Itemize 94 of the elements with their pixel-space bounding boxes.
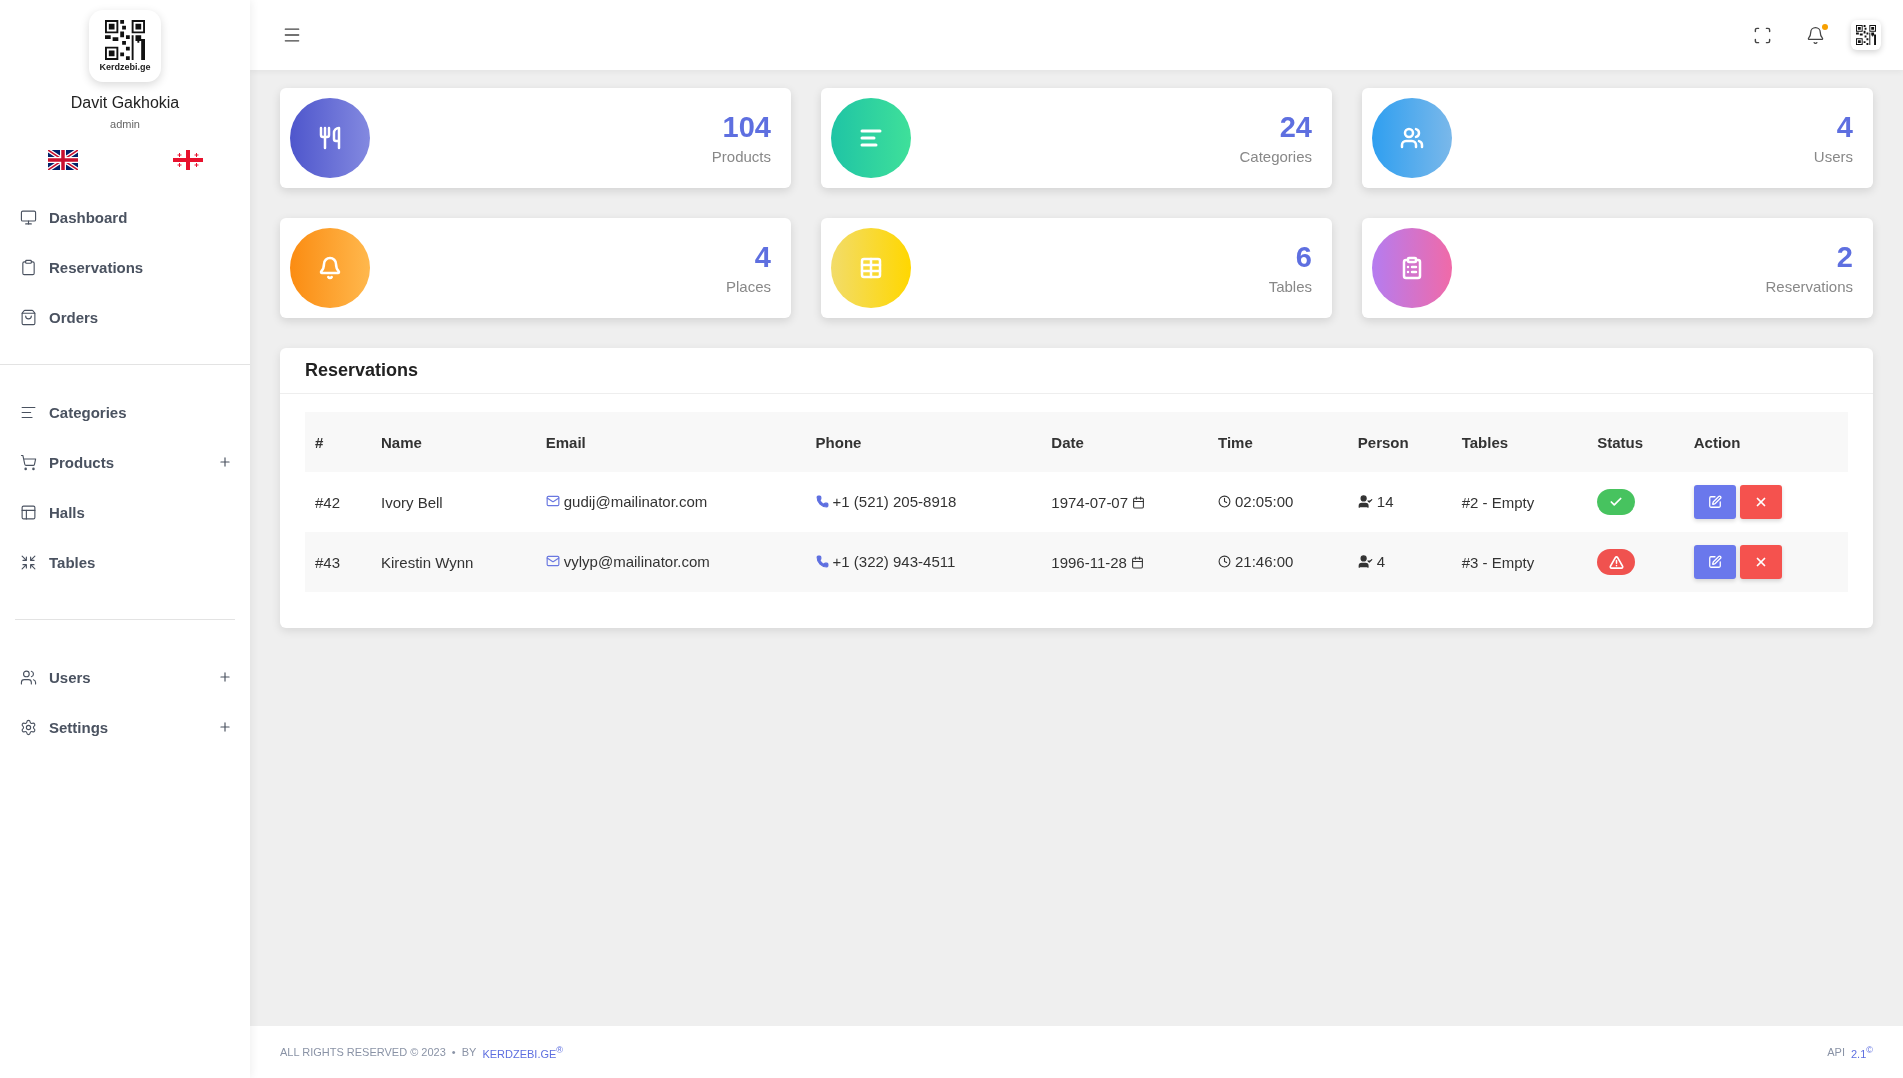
uk-flag-icon [47, 150, 78, 170]
nav-item[interactable]: Reservations [0, 242, 250, 292]
stat-label: Places [725, 278, 771, 295]
stat-value: 24 [1279, 111, 1312, 144]
delete-button[interactable] [1739, 485, 1782, 519]
settings-icon [20, 718, 37, 736]
clipboard-icon [20, 258, 37, 276]
date-text: 1996-11-28 [1051, 553, 1127, 571]
bag-icon [20, 308, 37, 326]
users-icon [20, 668, 37, 686]
column-header: Email [535, 412, 806, 472]
nav-item[interactable]: Halls [0, 487, 250, 537]
phone-icon [815, 555, 829, 568]
georgia-flag-icon [172, 150, 203, 170]
email-text: vylyp@mailinator.com [563, 552, 710, 570]
column-header: Time [1208, 412, 1348, 472]
column-header: Person [1347, 412, 1452, 472]
qr-code-icon [105, 20, 145, 60]
stat-label: Reservations [1765, 278, 1853, 295]
time-text: 02:05:00 [1235, 493, 1294, 510]
edit-button[interactable] [1693, 485, 1736, 519]
monitor-icon [20, 208, 37, 226]
mail-icon [545, 554, 560, 569]
stat-value: 2 [1836, 241, 1853, 274]
column-header: Name [371, 412, 536, 472]
user-role: admin [110, 118, 140, 130]
layout-icon [20, 503, 37, 521]
table-cell: #3 - Empty [1451, 532, 1588, 592]
edit-icon [1707, 495, 1722, 509]
phone-icon [815, 495, 829, 508]
nav-item[interactable]: Products [0, 437, 250, 487]
qr-button[interactable] [1851, 20, 1881, 50]
api-label: API [1827, 1046, 1845, 1058]
person-count: 4 [1376, 552, 1386, 570]
column-header: # [305, 412, 371, 472]
users-icon [1400, 126, 1424, 150]
clipboard-icon [1400, 256, 1424, 280]
shrink-icon [20, 553, 37, 571]
column-header: Tables [1451, 412, 1588, 472]
date-text: 1974-07-07 [1051, 493, 1129, 511]
column-header: Phone [805, 412, 1042, 472]
column-header: Date [1041, 412, 1208, 472]
table-cell: #2 - Empty [1451, 472, 1588, 532]
stat-value: 4 [1836, 111, 1853, 144]
fullscreen-icon [1753, 25, 1772, 45]
stat-value: 6 [1295, 241, 1312, 274]
table-cell: #42 [305, 472, 371, 532]
logo-text: Kerdzebi.ge [99, 62, 151, 72]
person-count: 14 [1376, 492, 1394, 510]
edit-button[interactable] [1693, 545, 1736, 579]
nav-item[interactable]: Dashboard [0, 192, 250, 242]
clock-icon [1218, 555, 1231, 568]
brand-link[interactable]: KERDZEBI.GE$^{®}$ [482, 1044, 564, 1060]
user-name: Davit Gakhokia [70, 94, 180, 112]
person-icon [1357, 553, 1373, 569]
phone-text: +1 (322) 943-4511 [832, 553, 956, 570]
language-button[interactable] [45, 148, 80, 172]
bell-icon [1806, 25, 1825, 45]
utensils-icon [318, 126, 342, 150]
cart-icon [20, 453, 37, 471]
mail-icon [545, 494, 560, 509]
stat-value: 4 [754, 241, 771, 274]
phone-text: +1 (521) 205-8918 [832, 493, 957, 510]
edit-icon [1707, 555, 1722, 569]
copyright-text: ALL RIGHTS RESERVED © 2023 [280, 1046, 446, 1058]
by-text: BY [461, 1046, 477, 1058]
email-text: gudij@mailinator.com [563, 492, 708, 510]
table-cell: Ivory Bell [371, 472, 536, 532]
stat-label: Categories [1239, 148, 1312, 165]
clock-icon [1218, 495, 1231, 508]
separator-text: • [451, 1046, 456, 1058]
stat-label: Users [1813, 148, 1853, 165]
nav-item[interactable]: Settings [0, 702, 250, 752]
column-header: Action [1683, 412, 1848, 472]
bell-icon [318, 256, 342, 280]
nav-item[interactable]: Categories [0, 387, 250, 437]
delete-button[interactable] [1739, 545, 1782, 579]
time-text: 21:46:00 [1235, 553, 1294, 570]
person-icon [1357, 493, 1373, 509]
table-cell: #43 [305, 532, 371, 592]
table-icon [859, 256, 883, 280]
nav-item[interactable]: Orders [0, 292, 250, 342]
column-header: Status [1587, 412, 1684, 472]
stat-label: Products [711, 148, 771, 165]
card-title: Reservations [305, 360, 420, 381]
stat-label: Tables [1268, 278, 1312, 295]
table-cell: Kirestin Wynn [371, 532, 536, 592]
stat-value: 104 [722, 111, 771, 144]
qr-code-icon [1856, 25, 1876, 45]
nav-item[interactable]: Users [0, 652, 250, 702]
calendar-icon [1130, 555, 1144, 569]
api-version-link[interactable]: 2.1$^{©}$ [1850, 1044, 1873, 1060]
nav-item[interactable]: Tables [0, 537, 250, 587]
calendar-icon [1132, 495, 1146, 509]
